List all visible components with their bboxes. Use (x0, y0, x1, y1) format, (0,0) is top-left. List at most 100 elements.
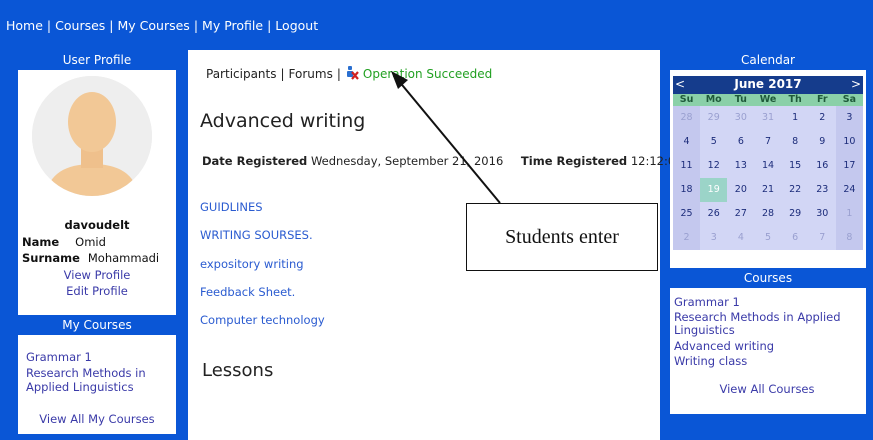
calendar-day[interactable]: 1 (835, 202, 863, 226)
view-all-courses-link[interactable]: View All Courses (674, 383, 860, 396)
tab-forums[interactable]: Forums (289, 67, 333, 81)
tab-participants[interactable]: Participants (206, 67, 277, 81)
calendar-day[interactable]: 6 (727, 130, 755, 154)
my-course-link[interactable]: Research Methods in Applied Linguistics (26, 366, 171, 394)
calendar-day[interactable]: 11 (673, 154, 701, 178)
view-all-my-courses-link[interactable]: View All My Courses (18, 412, 176, 426)
calendar-day[interactable]: 12 (700, 154, 728, 178)
calendar-day[interactable]: 3 (835, 106, 863, 130)
avatar-silhouette-icon (32, 76, 152, 196)
calendar: < June 2017 > Su Mo Tu We Th Fr Sa 28 29 30 31 1 2 3 4… (673, 76, 863, 250)
calendar-grid: Su Mo Tu We Th Fr Sa 28 29 30 31 1 2 3 4 5 6 7 8 9 10 11 12 13 1… (673, 94, 863, 250)
calendar-day[interactable]: 23 (808, 178, 836, 202)
my-course-link[interactable]: Grammar 1 (26, 350, 92, 364)
nav-separator: | (267, 18, 272, 33)
calendar-next-button[interactable]: > (851, 77, 861, 91)
left-sidebar: User Profile davoudelt Name Omid Surname M… (18, 50, 176, 434)
name-value: Omid (75, 235, 106, 249)
calendar-day[interactable]: 8 (781, 130, 809, 154)
calendar-day[interactable]: 1 (781, 106, 809, 130)
tab-separator: | (280, 67, 285, 81)
avatar (32, 76, 152, 196)
nav-separator: | (193, 18, 199, 33)
calendar-day[interactable]: 14 (754, 154, 782, 178)
calendar-day[interactable]: 27 (727, 202, 755, 226)
surname-row: Surname Mohammadi (22, 251, 159, 265)
calendar-month-bar: < June 2017 > (673, 76, 863, 94)
resource-link[interactable]: GUIDLINES (200, 200, 263, 214)
tab-separator: | (336, 67, 341, 81)
calendar-day[interactable]: 25 (673, 202, 701, 226)
calendar-day[interactable]: 18 (673, 178, 701, 202)
calendar-weekday: Sa (835, 94, 863, 106)
right-sidebar: Calendar < June 2017 > Su Mo Tu We Th Fr Sa 28 2… (670, 50, 866, 414)
calendar-weekday: Th (781, 94, 809, 106)
calendar-day[interactable]: 17 (835, 154, 863, 178)
calendar-day[interactable]: 21 (754, 178, 782, 202)
course-link[interactable]: Research Methods in Applied Linguistics (674, 311, 860, 337)
calendar-day[interactable]: 4 (673, 130, 701, 154)
view-profile-link[interactable]: View Profile (18, 268, 176, 282)
surname-value: Mohammadi (87, 251, 160, 265)
calendar-day[interactable]: 15 (781, 154, 809, 178)
course-link[interactable]: Grammar 1 (674, 296, 860, 309)
resource-link[interactable]: Computer technology (200, 313, 325, 327)
resource-link[interactable]: Feedback Sheet. (200, 285, 295, 299)
top-nav: Home | Courses | My Courses | My Profile | Logou… (0, 0, 873, 44)
calendar-day[interactable]: 20 (727, 178, 755, 202)
lessons-heading: Lessons (202, 360, 274, 381)
calendar-day[interactable]: 30 (727, 106, 755, 130)
nav-courses[interactable]: Courses (55, 18, 105, 33)
name-label: Name (22, 235, 60, 249)
calendar-day[interactable]: 28 (673, 106, 701, 130)
nav-separator: | (109, 18, 114, 33)
calendar-weekday: Mo (700, 94, 728, 106)
calendar-weekday: We (754, 94, 782, 106)
nav-my-courses[interactable]: My Courses (118, 18, 190, 33)
calendar-day[interactable]: 9 (808, 130, 836, 154)
calendar-day[interactable]: 5 (754, 226, 782, 250)
calendar-day[interactable]: 29 (700, 106, 728, 130)
calendar-day[interactable]: 6 (781, 226, 809, 250)
nav-separator: | (46, 18, 52, 33)
my-courses-header: My Courses (18, 315, 176, 335)
date-registered-value: Wednesday, September 21, 2016 (310, 154, 504, 168)
calendar-month: June 2017 (734, 77, 802, 91)
course-tabs: Participants | Forums | Operation Succeeded (206, 66, 492, 81)
calendar-day[interactable]: 31 (754, 106, 782, 130)
username: davoudelt (64, 218, 130, 232)
calendar-day[interactable]: 5 (700, 130, 728, 154)
calendar-day[interactable]: 24 (835, 178, 863, 202)
calendar-day[interactable]: 4 (727, 226, 755, 250)
calendar-header: Calendar (670, 50, 866, 70)
nav-my-profile[interactable]: My Profile (202, 18, 263, 33)
user-profile-header: User Profile (18, 50, 176, 70)
edit-profile-link[interactable]: Edit Profile (18, 284, 176, 298)
calendar-day[interactable]: 19 (700, 178, 728, 202)
calendar-day[interactable]: 2 (673, 226, 701, 250)
course-link[interactable]: Advanced writing (674, 340, 860, 353)
course-link[interactable]: Writing class (674, 355, 860, 368)
unregister-icon[interactable] (345, 66, 359, 80)
calendar-day[interactable]: 28 (754, 202, 782, 226)
calendar-day[interactable]: 3 (700, 226, 728, 250)
calendar-day[interactable]: 22 (781, 178, 809, 202)
calendar-day[interactable]: 10 (835, 130, 863, 154)
calendar-weekday: Su (673, 94, 701, 106)
calendar-day[interactable]: 7 (754, 130, 782, 154)
calendar-day[interactable]: 16 (808, 154, 836, 178)
calendar-day[interactable]: 26 (700, 202, 728, 226)
calendar-weekday: Tu (727, 94, 755, 106)
resource-link[interactable]: WRITING SOURSES. (200, 228, 313, 242)
calendar-day[interactable]: 8 (835, 226, 863, 250)
calendar-day[interactable]: 30 (808, 202, 836, 226)
nav-home[interactable]: Home (6, 18, 43, 33)
calendar-day[interactable]: 7 (808, 226, 836, 250)
surname-label: Surname (22, 251, 80, 265)
resource-link[interactable]: expository writing (200, 257, 304, 271)
calendar-day[interactable]: 2 (808, 106, 836, 130)
nav-logout[interactable]: Logout (275, 18, 318, 33)
calendar-day[interactable]: 13 (727, 154, 755, 178)
calendar-day[interactable]: 29 (781, 202, 809, 226)
date-registered-label: Date Registered (202, 154, 308, 168)
